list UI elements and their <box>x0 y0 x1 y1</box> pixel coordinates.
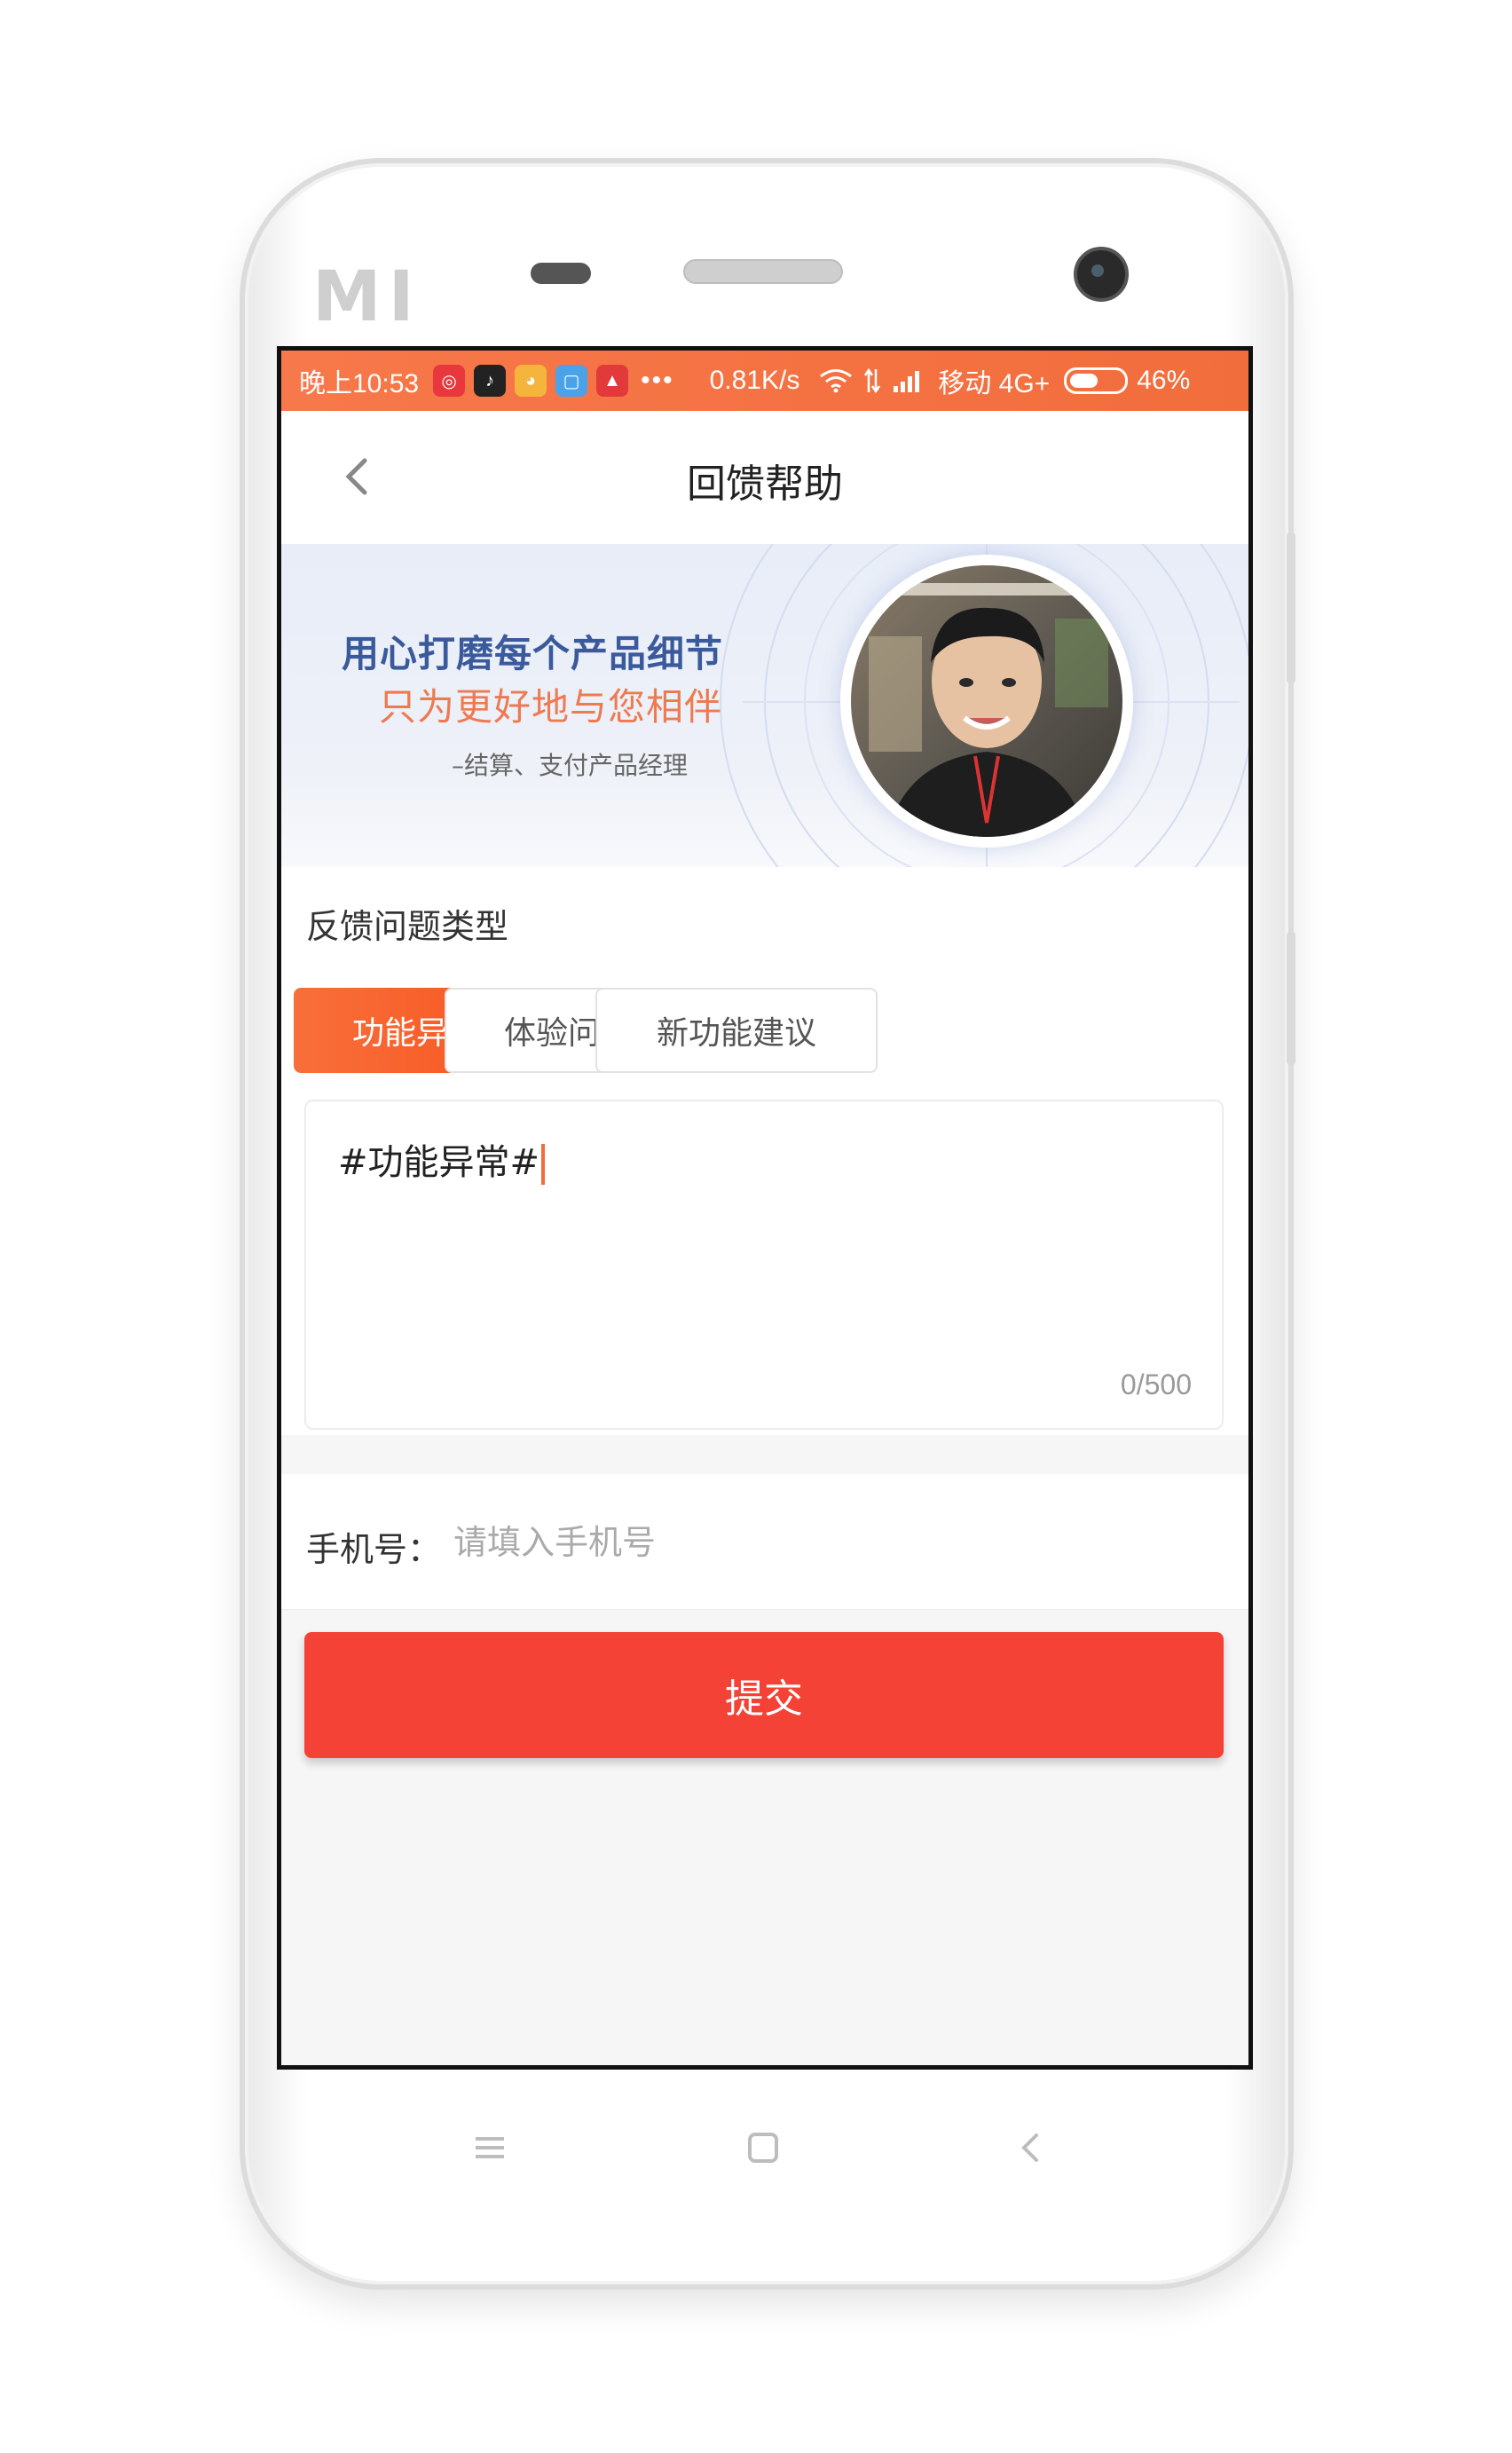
text-caret <box>541 1144 546 1185</box>
feedback-text: #功能异常# <box>338 1133 546 1185</box>
netease-music-icon: ◎ <box>433 365 466 397</box>
qq-icon: ◕ <box>515 365 547 397</box>
status-bar: 晚上10:53 ◎ ♪ ◕ ▢ ▲ ••• 0.81K/s 移动 4G+ 46% <box>281 351 1248 411</box>
banner-signature: –结算、支付产品经理 <box>452 751 689 780</box>
wifi-icon <box>820 369 853 393</box>
power-button <box>1287 932 1295 1065</box>
network-speed: 0.81K/s <box>709 366 800 395</box>
char-counter: 0/500 <box>1120 1368 1192 1400</box>
earpiece-speaker <box>683 259 843 284</box>
home-key[interactable] <box>736 2121 790 2174</box>
chat-icon: ▢ <box>555 365 588 397</box>
chevron-left-icon <box>1021 2134 1038 2162</box>
avatar-photo <box>851 565 1122 837</box>
feedback-type-label: 反馈问题类型 <box>306 907 509 946</box>
menu-icon <box>476 2137 504 2158</box>
mi-logo: MI <box>312 257 421 337</box>
phone-input[interactable] <box>452 1513 1183 1572</box>
banner-subline: 只为更好地与您相伴 <box>379 685 723 729</box>
hardware-softkeys <box>0 2121 1512 2210</box>
notification-icons: ◎ ♪ ◕ ▢ ▲ <box>433 365 629 397</box>
phone-number-row: 手机号： <box>281 1474 1248 1610</box>
avatar-ring <box>840 555 1133 848</box>
data-transfer-icon <box>864 367 881 394</box>
submit-button[interactable]: 提交 <box>304 1632 1224 1758</box>
menu-key[interactable] <box>463 2121 516 2174</box>
proximity-sensor <box>531 263 591 284</box>
back-key[interactable] <box>1004 2121 1058 2174</box>
promo-banner: 用心打磨每个产品细节 只为更好地与您相伴 –结算、支付产品经理 <box>281 544 1248 867</box>
carrier-label: 移动 4G+ <box>938 369 1051 398</box>
avatar <box>851 565 1122 837</box>
front-camera <box>1074 247 1129 302</box>
status-time: 晚上10:53 <box>299 369 420 398</box>
phone-label: 手机号： <box>306 1530 442 1569</box>
battery-percent: 46% <box>1137 366 1191 395</box>
page-title: 回馈帮助 <box>687 461 843 507</box>
connectivity-icons <box>819 367 924 394</box>
home-icon <box>748 2133 778 2163</box>
signal-icon <box>894 371 920 392</box>
battery-fill <box>1070 374 1098 388</box>
feedback-textarea[interactable]: #功能异常# 0/500 <box>304 1100 1224 1430</box>
tiktok-icon: ♪ <box>474 365 507 397</box>
navigation-bar: 回馈帮助 <box>281 411 1248 545</box>
feedback-type-section: 反馈问题类型 功能异常 体验问题 新功能建议 #功能异常# 0/500 <box>281 867 1248 1435</box>
more-notifications-icon: ••• <box>641 366 674 395</box>
type-chip-new-feature[interactable]: 新功能建议 <box>595 988 878 1073</box>
feedback-text-value: #功能异常# <box>338 1142 540 1183</box>
banner-headline: 用心打磨每个产品细节 <box>342 632 724 675</box>
battery-icon <box>1064 367 1129 394</box>
jd-icon: ▲ <box>596 365 629 397</box>
volume-button <box>1287 532 1295 683</box>
app-screen: 晚上10:53 ◎ ♪ ◕ ▢ ▲ ••• 0.81K/s 移动 4G+ 46%… <box>277 346 1253 2070</box>
